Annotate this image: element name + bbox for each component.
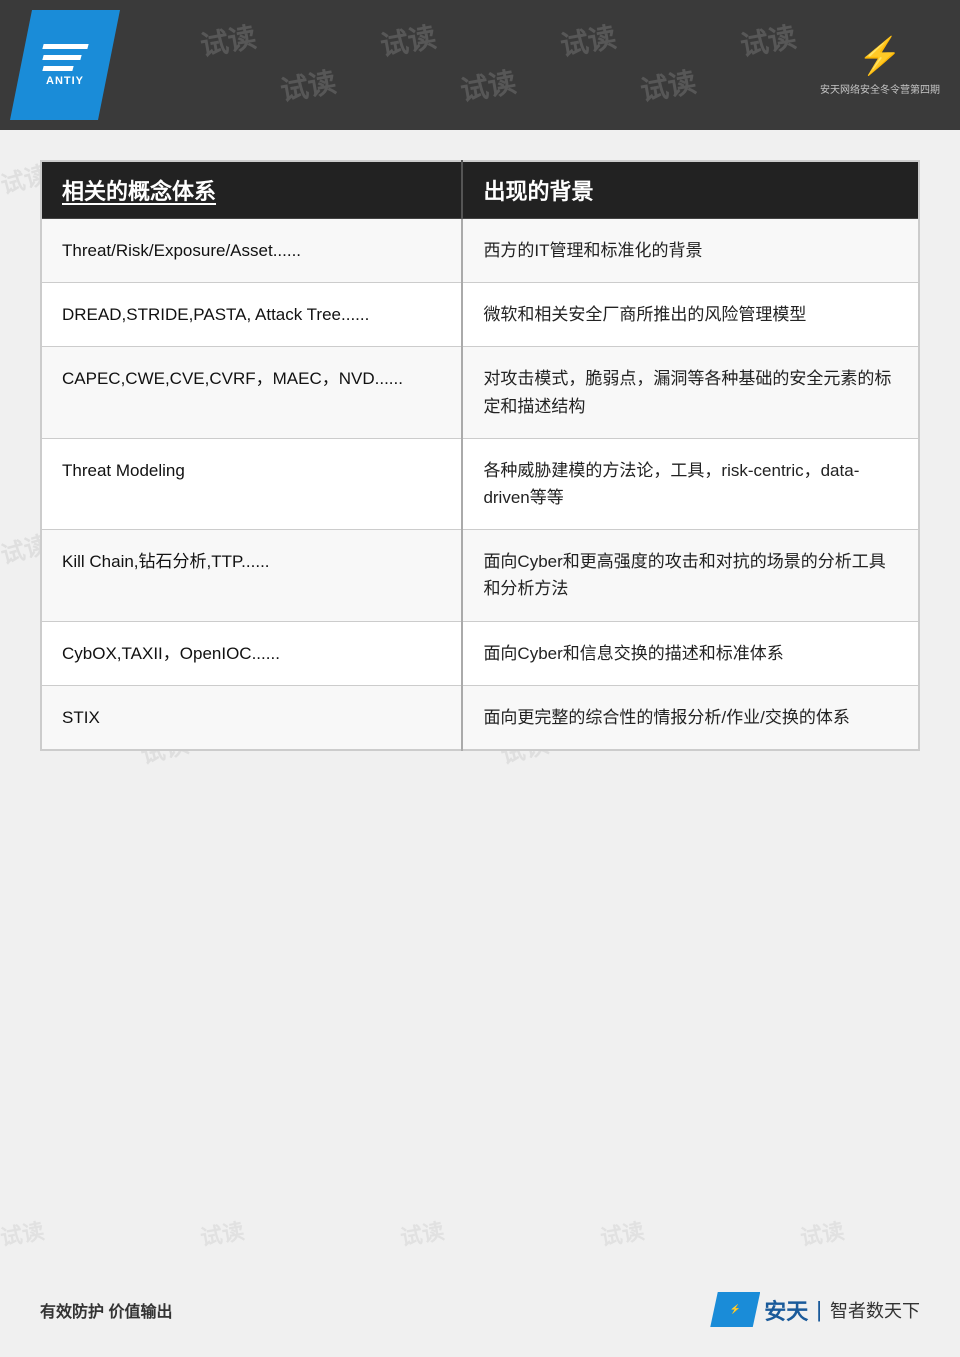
table-cell-col2-1: 微软和相关安全厂商所推出的风险管理模型 [462, 283, 919, 347]
watermark-1: 试读 [197, 15, 259, 64]
watermark-2: 试读 [377, 15, 439, 64]
bwm-4: 试读 [598, 1217, 647, 1253]
page-footer: 有效防护 价值输出 ⚡ 安天 | 智者数天下 [0, 1292, 960, 1327]
header-watermark-area: 试读 试读 试读 试读 试读 试读 试读 试读 [120, 0, 810, 130]
table-cell-col2-5: 面向Cyber和信息交换的描述和标准体系 [462, 621, 919, 685]
logo-text: ANTIY [46, 75, 84, 87]
watermark-6: 试读 [457, 60, 519, 109]
footer-antiy-lines: ⚡ [730, 1304, 741, 1315]
footer-brand-slogan: 智者数天下 [830, 1297, 920, 1323]
table-row: CAPEC,CWE,CVE,CVRF，MAEC，NVD......对攻击模式，脆… [41, 347, 919, 438]
watermark-3: 试读 [557, 15, 619, 64]
footer-logo-group: ⚡ 安天 | 智者数天下 [710, 1292, 920, 1327]
table-row: DREAD,STRIDE,PASTA, Attack Tree......微软和… [41, 283, 919, 347]
table-cell-col2-6: 面向更完整的综合性的情报分析/作业/交换的体系 [462, 685, 919, 750]
bwm-1: 试读 [0, 1217, 46, 1253]
table-row: Kill Chain,钻石分析,TTP......面向Cyber和更高强度的攻击… [41, 530, 919, 621]
bwm-3: 试读 [398, 1217, 447, 1253]
logo-line-2 [42, 55, 81, 60]
brand-subtitle: 安天网络安全冬令营第四期 [820, 81, 940, 96]
bwm-2: 试读 [198, 1217, 247, 1253]
col1-header: 相关的概念体系 [41, 161, 462, 219]
table-row: Threat Modeling各种威胁建模的方法论，工具，risk-centri… [41, 438, 919, 529]
logo-line-1 [42, 44, 88, 49]
watermark-7: 试读 [637, 60, 699, 109]
bottom-watermark-layer: 试读 试读 试读 试读 试读 [0, 1217, 960, 1277]
table-cell-col1-0: Threat/Risk/Exposure/Asset...... [41, 219, 462, 283]
header-brand: ⚡ 安天网络安全冬令营第四期 [810, 15, 950, 115]
watermark-4: 试读 [737, 15, 799, 64]
footer-antiy-icon: ⚡ [710, 1292, 760, 1327]
table-cell-col1-3: Threat Modeling [41, 438, 462, 529]
table-cell-col1-2: CAPEC,CWE,CVE,CVRF，MAEC，NVD...... [41, 347, 462, 438]
brand-bird-icon: ⚡ [858, 35, 903, 77]
table-cell-col1-1: DREAD,STRIDE,PASTA, Attack Tree...... [41, 283, 462, 347]
table-row: Threat/Risk/Exposure/Asset......西方的IT管理和… [41, 219, 919, 283]
antiy-logo: ANTIY [10, 10, 120, 120]
table-cell-col2-4: 面向Cyber和更高强度的攻击和对抗的场景的分析工具和分析方法 [462, 530, 919, 621]
table-cell-col1-6: STIX [41, 685, 462, 750]
concepts-table: 相关的概念体系 出现的背景 Threat/Risk/Exposure/Asset… [40, 160, 920, 751]
table-header-row: 相关的概念体系 出现的背景 [41, 161, 919, 219]
footer-divider: | [816, 1297, 822, 1323]
table-cell-col2-2: 对攻击模式，脆弱点，漏洞等各种基础的安全元素的标定和描述结构 [462, 347, 919, 438]
bwm-5: 试读 [798, 1217, 847, 1253]
table-cell-col2-3: 各种威胁建模的方法论，工具，risk-centric，data-driven等等 [462, 438, 919, 529]
table-row: CybOX,TAXII，OpenIOC......面向Cyber和信息交换的描述… [41, 621, 919, 685]
logo-line-3 [42, 66, 73, 71]
watermark-5: 试读 [277, 60, 339, 109]
footer-slogan: 有效防护 价值输出 [40, 1298, 172, 1322]
page-header: ANTIY 试读 试读 试读 试读 试读 试读 试读 试读 ⚡ 安天网络安全冬令… [0, 0, 960, 130]
table-cell-col1-5: CybOX,TAXII，OpenIOC...... [41, 621, 462, 685]
table-cell-col1-4: Kill Chain,钻石分析,TTP...... [41, 530, 462, 621]
logo-lines [43, 44, 88, 71]
table-row: STIX面向更完整的综合性的情报分析/作业/交换的体系 [41, 685, 919, 750]
table-cell-col2-0: 西方的IT管理和标准化的背景 [462, 219, 919, 283]
main-content: 试读 试读 试读 试读 试读 试读 试读 试读 试读 试读 试读 试读 试读 试… [0, 130, 960, 781]
col2-header: 出现的背景 [462, 161, 919, 219]
footer-brand-name: 安天 [764, 1294, 808, 1326]
